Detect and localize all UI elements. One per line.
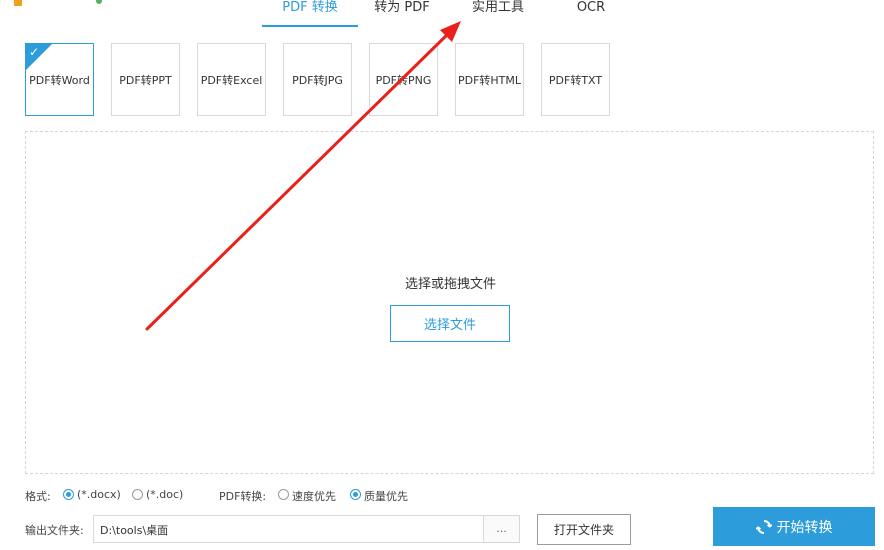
annotation-arrow <box>145 21 461 331</box>
